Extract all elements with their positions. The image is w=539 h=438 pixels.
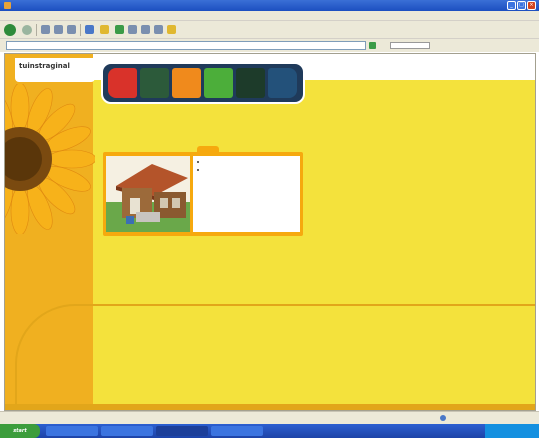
nav-tab-3[interactable] (172, 68, 201, 98)
taskbar: start (0, 424, 539, 438)
refresh-icon[interactable] (54, 25, 63, 34)
minimize-button[interactable]: _ (507, 1, 516, 10)
taskbar-item[interactable] (46, 426, 98, 436)
footer-links (5, 404, 535, 410)
status-bar (0, 411, 539, 424)
decorative-swoosh (15, 304, 535, 410)
history-icon[interactable] (128, 25, 137, 34)
toolbar-separator (80, 23, 81, 36)
sunflower-image (5, 84, 95, 234)
mail-icon[interactable] (141, 25, 150, 34)
taskbar-item[interactable] (211, 426, 263, 436)
taskbar-item[interactable] (156, 426, 208, 436)
media-icon[interactable] (115, 25, 124, 34)
edit-icon[interactable] (167, 25, 176, 34)
favorites-button[interactable] (100, 25, 111, 34)
back-arrow-icon (4, 23, 16, 36)
main-navigation (101, 62, 305, 104)
browser-icon (4, 2, 11, 9)
logo-text[interactable]: tuinstraginal (19, 62, 70, 70)
url-input[interactable] (6, 41, 366, 50)
bullet-icon (197, 161, 199, 163)
search-toolbar (390, 42, 430, 49)
maximize-button[interactable]: □ (517, 1, 526, 10)
product-photo[interactable] (106, 156, 190, 232)
nav-tab-4[interactable] (204, 68, 233, 98)
start-button[interactable]: start (0, 424, 40, 438)
go-arrow-icon (369, 42, 376, 49)
address-bar (0, 38, 539, 52)
product-description (193, 156, 300, 232)
bullet-icon (197, 169, 199, 171)
toolbar-search-input[interactable] (390, 42, 430, 49)
back-button[interactable] (4, 23, 18, 36)
favorites-star-icon (100, 25, 109, 34)
search-icon (85, 25, 94, 34)
nav-tab-6[interactable] (268, 68, 297, 98)
taskbar-items (46, 426, 263, 436)
panel-tab (197, 146, 219, 153)
taskbar-item[interactable] (101, 426, 153, 436)
print-icon[interactable] (154, 25, 163, 34)
garden-house-photo (106, 156, 190, 232)
nav-tab-1[interactable] (108, 68, 137, 98)
search-button[interactable] (85, 25, 96, 34)
stop-icon[interactable] (41, 25, 50, 34)
home-icon[interactable] (67, 25, 76, 34)
window-title-bar: _ □ × (0, 0, 539, 11)
nav-tab-5[interactable] (236, 68, 265, 98)
close-button[interactable]: × (527, 1, 536, 10)
nav-tab-2[interactable] (140, 68, 169, 98)
description-item (197, 161, 296, 163)
toolbar (0, 20, 539, 38)
go-button[interactable] (369, 42, 378, 49)
system-tray (485, 424, 539, 438)
internet-zone-icon (440, 415, 446, 421)
menu-bar (0, 11, 539, 20)
web-page: tuinstraginal (4, 53, 536, 411)
forward-button[interactable] (22, 24, 32, 35)
toolbar-separator (36, 23, 37, 36)
product-panel (103, 146, 303, 236)
security-zone (440, 415, 448, 421)
description-item (197, 169, 296, 171)
